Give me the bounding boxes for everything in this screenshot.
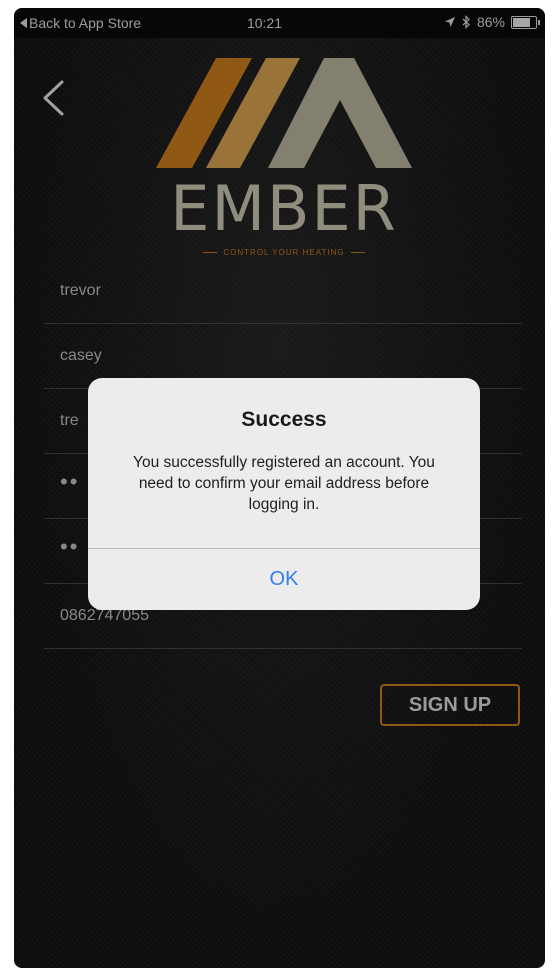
alert-title: Success [241, 408, 327, 431]
phone-screen: Back to App Store 10:21 86% EMBER CONTRO… [14, 8, 545, 968]
alert-ok-button[interactable]: OK [88, 549, 480, 610]
success-alert: Success You successfully registered an a… [88, 378, 480, 610]
alert-message: You successfully registered an account. … [133, 454, 435, 513]
